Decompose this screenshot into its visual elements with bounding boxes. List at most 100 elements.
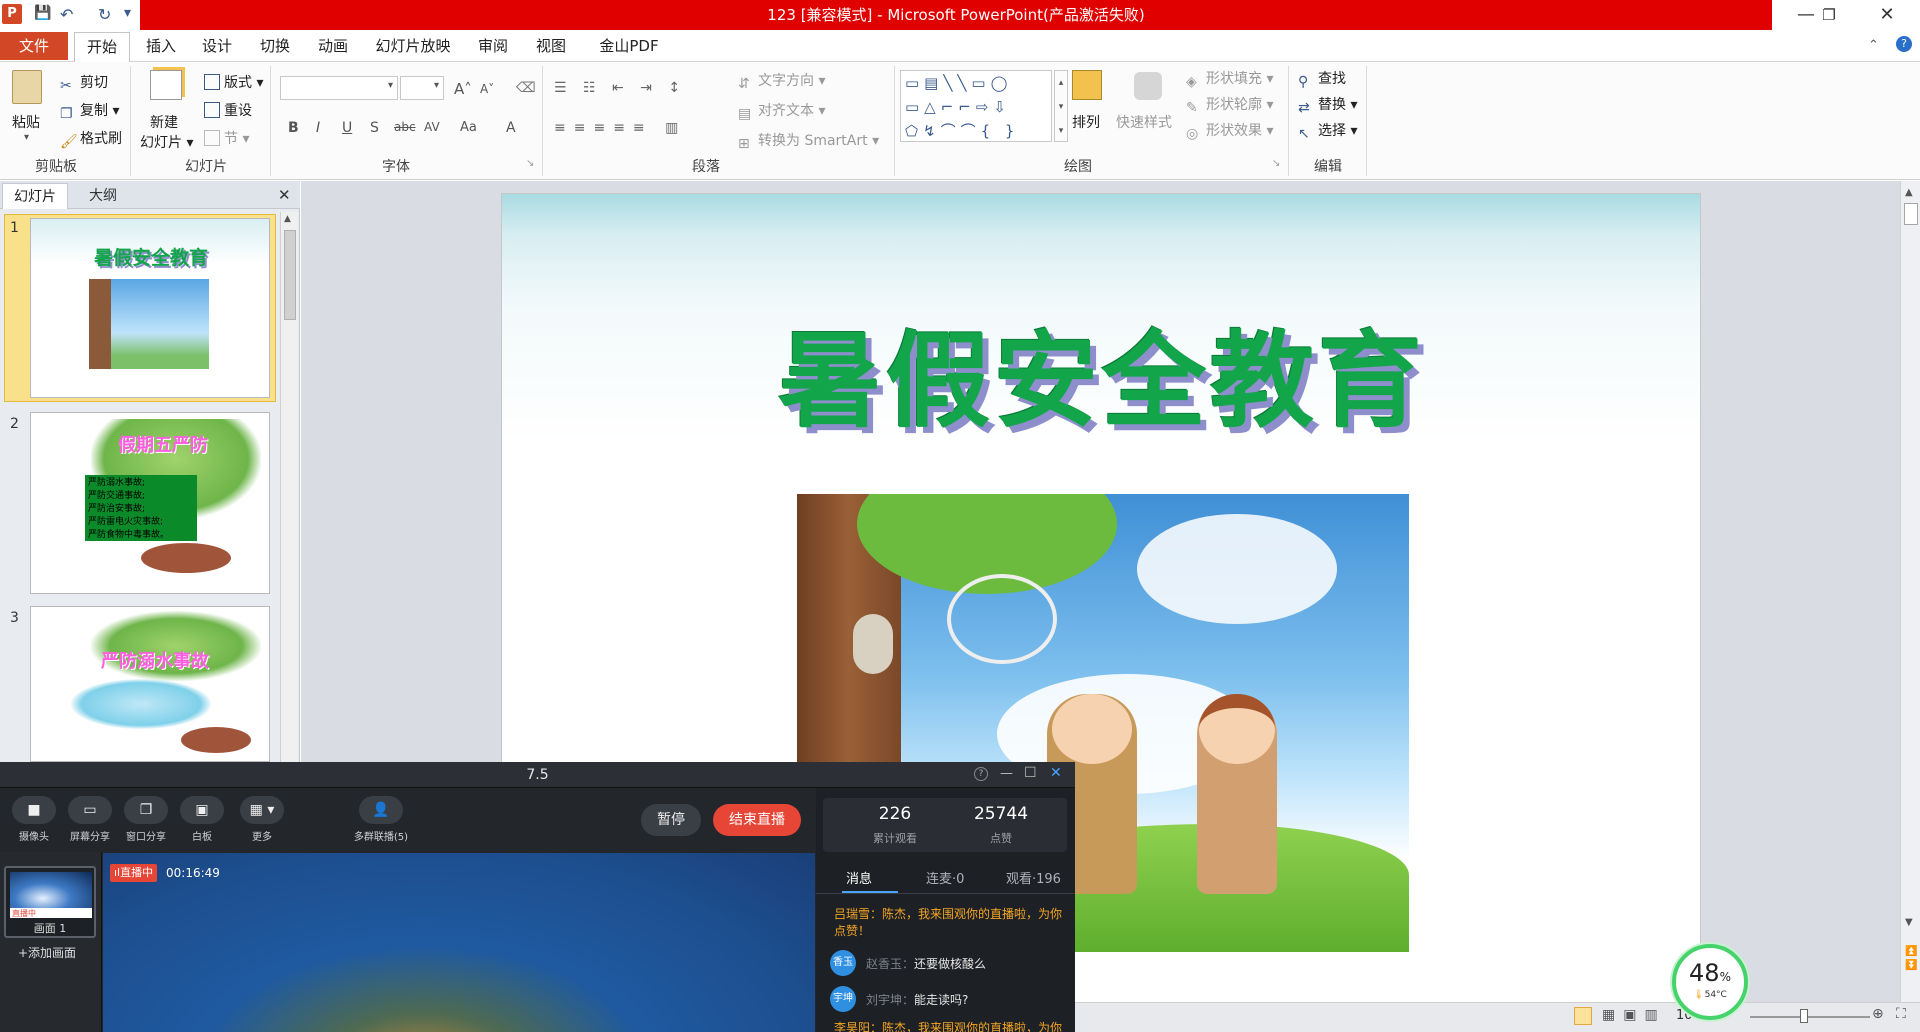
zoom-slider-thumb[interactable]: [1800, 1009, 1808, 1023]
tab-outline[interactable]: 大纲: [70, 183, 136, 209]
list-buttons-row[interactable]: ☰ ☷ ⇤ ⇥ ↕: [554, 80, 686, 96]
tab-view[interactable]: 视图: [530, 32, 572, 62]
copy-button[interactable]: ❐ 复制 ▾: [60, 100, 119, 122]
change-case-button[interactable]: Aa: [460, 120, 477, 135]
smartart-button[interactable]: ⊞ 转换为 SmartArt ▾: [738, 130, 879, 152]
font-color-button[interactable]: A: [506, 120, 516, 136]
new-slide-dropdown[interactable]: 幻灯片 ▾: [140, 132, 193, 152]
paste-icon[interactable]: [12, 70, 42, 104]
quick-styles-icon[interactable]: [1134, 72, 1162, 100]
file-tab[interactable]: 文件: [0, 32, 68, 60]
slide-thumbnail-3[interactable]: 严防溺水事故: [30, 606, 270, 762]
tab-home[interactable]: 开始: [74, 32, 130, 62]
live-maximize-button[interactable]: ☐: [1024, 765, 1037, 781]
zoom-in-icon[interactable]: ⊕: [1872, 1006, 1884, 1022]
tab-slideshow[interactable]: 幻灯片放映: [372, 32, 454, 62]
arrange-icon[interactable]: [1072, 70, 1102, 100]
arrange-button[interactable]: 排列: [1072, 112, 1100, 132]
slide-thumbnail-2[interactable]: 假期五严防 严防溺水事故; 严防交通事故; 严防治安事故; 严防雷电火灾事故; …: [30, 412, 270, 594]
save-icon[interactable]: 💾: [34, 5, 51, 21]
align-text-button[interactable]: ▤ 对齐文本 ▾: [738, 100, 825, 122]
shadow-button[interactable]: S: [370, 120, 379, 136]
shrink-font-icon[interactable]: A˅: [480, 82, 494, 96]
close-panel-icon[interactable]: ✕: [278, 186, 291, 204]
live-help-icon[interactable]: ?: [974, 767, 988, 781]
whiteboard-button[interactable]: ▣ 白板: [174, 796, 230, 843]
slide-thumbnail-1[interactable]: 暑假安全教育: [30, 218, 270, 398]
layout-button[interactable]: 版式 ▾: [204, 72, 263, 92]
drawing-dialog-launcher-icon[interactable]: ↘: [1272, 158, 1280, 169]
select-button[interactable]: ↖ 选择 ▾: [1298, 120, 1357, 142]
collapse-ribbon-icon[interactable]: ⌃: [1868, 38, 1879, 53]
tab-co-host[interactable]: 连麦·0: [926, 868, 964, 887]
paste-dropdown-icon[interactable]: ▾: [24, 132, 29, 143]
clear-format-icon[interactable]: ⌫: [516, 80, 536, 96]
zoom-slider[interactable]: [1750, 1016, 1870, 1018]
tab-review[interactable]: 审阅: [472, 32, 514, 62]
font-name-combo[interactable]: ▾: [280, 76, 398, 100]
shape-effects-button[interactable]: ◎ 形状效果 ▾: [1186, 120, 1273, 142]
performance-gauge[interactable]: 48% 🌡54°C: [1672, 944, 1748, 1020]
ribbon-divider: [1366, 66, 1367, 176]
powerpoint-logo-icon[interactable]: P: [2, 4, 22, 24]
add-scene-button[interactable]: +添加画面: [18, 944, 76, 961]
tab-transitions[interactable]: 切换: [254, 32, 296, 62]
thumb-rock-art: [141, 543, 231, 573]
cut-button[interactable]: ✂ 剪切: [60, 72, 108, 94]
find-button[interactable]: ⚲ 查找: [1298, 68, 1346, 90]
align-buttons-row[interactable]: ≡≡≡≡≡ ▥: [554, 120, 686, 136]
bold-button[interactable]: B: [288, 120, 299, 136]
reset-button[interactable]: 重设: [204, 100, 252, 120]
slides-panel-scrollbar[interactable]: ▲: [280, 212, 298, 762]
binoculars-icon: ⚲: [1298, 74, 1309, 90]
italic-button[interactable]: I: [316, 120, 320, 136]
restore-button[interactable]: ❐: [1806, 2, 1852, 28]
normal-view-icon[interactable]: [1574, 1007, 1592, 1025]
help-icon[interactable]: ?: [1896, 36, 1912, 52]
quick-styles-button[interactable]: 快速样式: [1116, 112, 1172, 132]
close-button[interactable]: ✕: [1864, 2, 1910, 28]
tab-messages[interactable]: 消息: [846, 868, 872, 887]
screen-share-button[interactable]: ▭ 屏幕分享: [62, 796, 118, 843]
text-direction-button[interactable]: ⇵ 文字方向 ▾: [738, 70, 825, 92]
undo-icon[interactable]: ↶: [60, 5, 73, 24]
font-size-combo[interactable]: ▾: [400, 76, 444, 100]
shape-outline-button[interactable]: ✎ 形状轮廓 ▾: [1186, 94, 1273, 116]
strikethrough-button[interactable]: abc: [394, 120, 416, 134]
quick-access-dropdown-icon[interactable]: ▾: [124, 5, 131, 21]
camera-button[interactable]: ■ 摄像头: [6, 796, 62, 843]
live-close-button[interactable]: ✕: [1050, 765, 1062, 781]
new-slide-icon[interactable]: [150, 70, 182, 100]
window-share-button[interactable]: ❐ 窗口分享: [118, 796, 174, 843]
slide-title[interactable]: 暑假安全教育: [502, 296, 1700, 447]
thumb-line: 严防交通事故;: [88, 491, 146, 501]
section-button[interactable]: 节 ▾: [204, 128, 249, 148]
char-spacing-button[interactable]: AV: [424, 120, 440, 134]
redo-icon[interactable]: ↻: [98, 5, 111, 24]
scene-card[interactable]: 直播中 画面 1: [4, 866, 96, 938]
paste-button[interactable]: 粘贴: [12, 112, 40, 132]
live-minimize-button[interactable]: —: [1000, 766, 1013, 781]
tab-slides[interactable]: 幻灯片: [2, 183, 68, 209]
new-slide-label-1[interactable]: 新建: [150, 112, 178, 132]
tab-kingsoft-pdf[interactable]: 金山PDF: [592, 32, 666, 62]
fit-to-window-icon[interactable]: ⛶: [1896, 1006, 1906, 1022]
shapes-gallery-scroll[interactable]: ▴ ▾ ▾: [1054, 70, 1068, 142]
editor-vertical-scrollbar[interactable]: ▲ ▼ ⏫ ⏬: [1900, 181, 1920, 1032]
tab-design[interactable]: 设计: [196, 32, 238, 62]
tab-insert[interactable]: 插入: [140, 32, 182, 62]
pause-button[interactable]: 暂停: [641, 804, 701, 836]
view-buttons[interactable]: ▦▣▥: [1602, 1007, 1666, 1023]
end-live-button[interactable]: 结束直播: [713, 804, 801, 836]
replace-button[interactable]: ⇄ 替换 ▾: [1298, 94, 1357, 116]
tab-viewers[interactable]: 观看·196: [1006, 868, 1061, 887]
underline-button[interactable]: U: [342, 120, 352, 136]
more-button[interactable]: ▦ ▾ 更多: [234, 796, 290, 843]
shape-fill-button[interactable]: ◈ 形状填充 ▾: [1186, 68, 1273, 90]
tab-animations[interactable]: 动画: [312, 32, 354, 62]
font-dialog-launcher-icon[interactable]: ↘: [526, 158, 534, 169]
grow-font-icon[interactable]: A˄: [454, 80, 472, 98]
shapes-gallery[interactable]: ▭▤╲╲▭◯ ▭△⌐⌐⇨⇩ ⬠↯⌒⌒{ }: [900, 70, 1052, 142]
multi-stream-button[interactable]: 👤 多群联播(5): [348, 796, 414, 843]
format-painter-button[interactable]: 🖌 格式刷: [60, 128, 122, 150]
